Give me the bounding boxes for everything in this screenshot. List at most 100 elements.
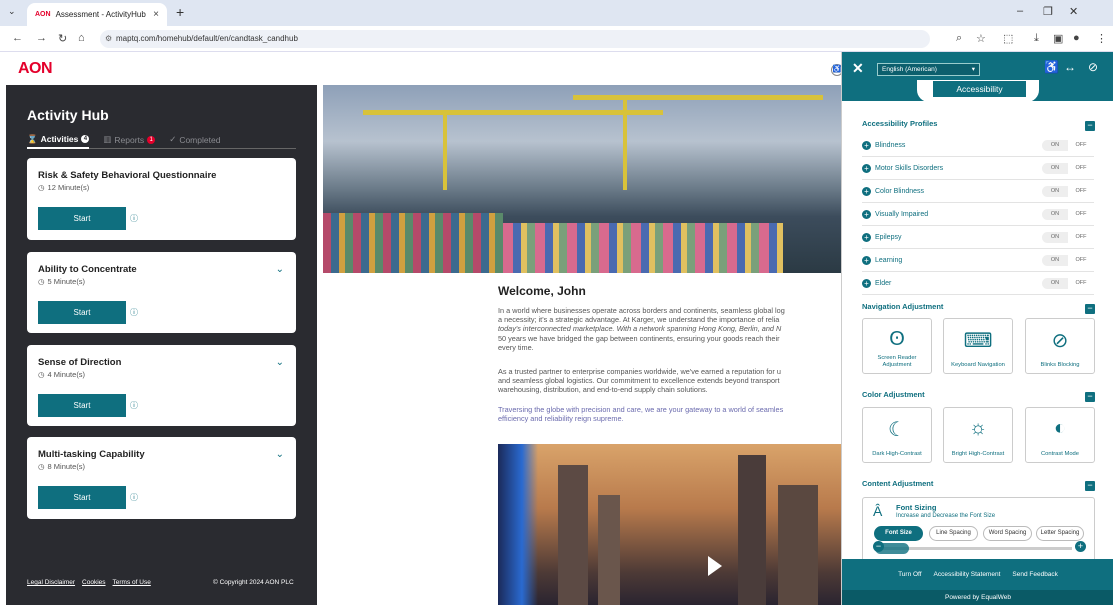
language-select[interactable]: English (American) ▾ bbox=[877, 63, 980, 76]
profile-row[interactable]: + Epilepsy ON OFF bbox=[862, 226, 1094, 249]
start-button[interactable]: Start bbox=[38, 301, 126, 324]
profile-row[interactable]: + Motor Skills Disorders ON OFF bbox=[862, 157, 1094, 180]
activities-count-badge: 4 bbox=[81, 135, 90, 143]
profile-toggle[interactable]: ON OFF bbox=[1042, 186, 1094, 197]
sidepanel-icon[interactable]: ▣ bbox=[1053, 32, 1063, 45]
increase-icon[interactable]: + bbox=[1075, 541, 1086, 552]
keyboard-navigation-tile[interactable]: ⌨ Keyboard Navigation bbox=[943, 318, 1013, 374]
welcome-heading: Welcome, John bbox=[498, 284, 586, 298]
close-panel-icon[interactable]: ✕ bbox=[852, 60, 864, 77]
text-line: In a world where businesses operate acro… bbox=[498, 306, 785, 315]
profile-toggle[interactable]: ON OFF bbox=[1042, 209, 1094, 220]
move-panel-icon[interactable]: ↔ bbox=[1064, 60, 1076, 74]
profile-icon[interactable]: ● bbox=[1073, 32, 1080, 44]
legal-disclaimer-link[interactable]: Legal Disclaimer bbox=[27, 579, 75, 586]
card-duration: ◷ 4 Minute(s) bbox=[38, 370, 85, 379]
site-info-icon[interactable]: ⚙ bbox=[105, 30, 112, 48]
panel-title: Accessibility bbox=[933, 81, 1026, 97]
blinks-blocking-tile[interactable]: ⊘ Blinks Blocking bbox=[1025, 318, 1095, 374]
accessibility-statement-link[interactable]: Accessibility Statement bbox=[934, 571, 1001, 578]
profile-toggle[interactable]: ON OFF bbox=[1042, 255, 1094, 266]
zoom-icon[interactable]: ⌕ bbox=[956, 32, 962, 45]
close-window-icon[interactable]: ✕ bbox=[1069, 5, 1078, 18]
tab-activities[interactable]: ⌛ Activities 4 bbox=[27, 131, 90, 149]
collapse-navigation-button[interactable]: − bbox=[1085, 304, 1095, 314]
dark-contrast-tile[interactable]: ☾ Dark High-Contrast bbox=[862, 407, 932, 463]
forward-icon[interactable]: → bbox=[36, 32, 47, 44]
profile-row[interactable]: + Color Blindness ON OFF bbox=[862, 180, 1094, 203]
font-sizing-subtitle: Increase and Decrease the Font Size bbox=[896, 513, 996, 519]
back-icon[interactable]: ← bbox=[12, 32, 23, 44]
profile-label: Blindness bbox=[875, 141, 906, 149]
reload-icon[interactable]: ↻ bbox=[58, 32, 67, 45]
plus-icon: + bbox=[862, 232, 871, 242]
tab-search-icon[interactable]: ⌄ bbox=[8, 6, 16, 17]
terms-of-use-link[interactable]: Terms of Use bbox=[113, 579, 151, 586]
collapse-content-button[interactable]: − bbox=[1085, 481, 1095, 491]
minimize-icon[interactable]: – bbox=[1017, 5, 1023, 17]
font-size-slider[interactable] bbox=[875, 543, 1072, 554]
font-size-icon: Â bbox=[873, 503, 883, 519]
activity-card: Sense of Direction ⌄ ◷ 4 Minute(s) Start … bbox=[27, 345, 296, 426]
bookmark-star-icon[interactable]: ☆ bbox=[976, 32, 986, 45]
tab-completed[interactable]: ✓ Completed bbox=[169, 131, 220, 148]
info-icon[interactable]: ⓘ bbox=[130, 400, 138, 411]
profile-toggle[interactable]: ON OFF bbox=[1042, 278, 1094, 289]
text-line: Traversing the globe with precision and … bbox=[498, 405, 784, 414]
accessibility-person-icon[interactable]: ♿ bbox=[1044, 60, 1059, 74]
start-button[interactable]: Start bbox=[38, 486, 126, 509]
powered-by[interactable]: Powered by EqualWeb bbox=[842, 590, 1113, 605]
bar-chart-icon: ▥ bbox=[103, 134, 112, 144]
browser-tab[interactable]: AON Assessment - ActivityHub × bbox=[27, 3, 167, 26]
play-icon[interactable] bbox=[708, 556, 722, 576]
download-icon[interactable]: ⤓ bbox=[1034, 32, 1039, 45]
aon-logo[interactable]: AON bbox=[18, 60, 53, 78]
font-size-option[interactable]: Font Size bbox=[874, 526, 923, 541]
new-tab-icon[interactable]: + bbox=[176, 4, 184, 20]
screen-reader-tile[interactable]: ʘ Screen Reader Adjustment bbox=[862, 318, 932, 374]
url-field[interactable]: ⚙ maptq.com/homehub/default/en/candtask_… bbox=[100, 30, 930, 48]
word-spacing-option[interactable]: Word Spacing bbox=[983, 526, 1032, 541]
info-icon[interactable]: ⓘ bbox=[130, 213, 138, 224]
line-spacing-option[interactable]: Line Spacing bbox=[929, 526, 978, 541]
restore-icon[interactable]: ❐ bbox=[1043, 5, 1053, 18]
card-duration: ◷ 5 Minute(s) bbox=[38, 277, 85, 286]
extensions-icon[interactable]: ⬚ bbox=[1003, 32, 1013, 45]
text-line: every time. bbox=[498, 342, 534, 352]
video-thumbnail[interactable] bbox=[498, 444, 841, 605]
duration-text: 8 Minute(s) bbox=[47, 462, 86, 471]
cookies-link[interactable]: Cookies bbox=[82, 579, 105, 586]
info-icon[interactable]: ⓘ bbox=[130, 307, 138, 318]
info-icon[interactable]: ⓘ bbox=[130, 492, 138, 503]
off-label: OFF bbox=[1068, 255, 1094, 266]
profile-row[interactable]: + Blindness ON OFF bbox=[862, 134, 1094, 157]
profile-row[interactable]: + Elder ON OFF bbox=[862, 272, 1094, 295]
collapse-color-button[interactable]: − bbox=[1085, 392, 1095, 402]
profile-toggle[interactable]: ON OFF bbox=[1042, 232, 1094, 243]
tile-label: Dark High-Contrast bbox=[872, 450, 922, 457]
start-button[interactable]: Start bbox=[38, 394, 126, 417]
letter-spacing-option[interactable]: Letter Spacing bbox=[1036, 526, 1084, 541]
block-icon: ⊘ bbox=[1051, 330, 1069, 352]
decrease-icon[interactable]: − bbox=[873, 541, 884, 552]
hide-icon[interactable]: ⊘ bbox=[1088, 60, 1098, 74]
profile-toggle[interactable]: ON OFF bbox=[1042, 163, 1094, 174]
contrast-mode-tile[interactable]: ◐ Contrast Mode bbox=[1025, 407, 1095, 463]
turn-off-link[interactable]: Turn Off bbox=[898, 571, 921, 578]
closing-paragraph: Traversing the globe with precision and … bbox=[498, 405, 841, 423]
profile-row[interactable]: + Visually Impaired ON OFF bbox=[862, 203, 1094, 226]
chevron-down-icon[interactable]: ⌄ bbox=[276, 357, 284, 368]
home-icon[interactable]: ⌂ bbox=[78, 32, 85, 44]
url-text: maptq.com/homehub/default/en/candtask_ca… bbox=[116, 34, 298, 43]
close-tab-icon[interactable]: × bbox=[153, 9, 159, 20]
profile-row[interactable]: + Learning ON OFF bbox=[862, 249, 1094, 272]
profile-toggle[interactable]: ON OFF bbox=[1042, 140, 1094, 151]
chevron-down-icon[interactable]: ⌄ bbox=[276, 449, 284, 460]
chevron-down-icon[interactable]: ⌄ bbox=[276, 264, 284, 275]
tab-reports[interactable]: ▥ Reports 1 bbox=[103, 131, 156, 148]
start-button[interactable]: Start bbox=[38, 207, 126, 230]
send-feedback-link[interactable]: Send Feedback bbox=[1012, 571, 1058, 578]
bright-contrast-tile[interactable]: ☼ Bright High-Contrast bbox=[943, 407, 1013, 463]
menu-icon[interactable]: ⋮ bbox=[1096, 32, 1107, 45]
collapse-profiles-button[interactable]: − bbox=[1085, 121, 1095, 131]
